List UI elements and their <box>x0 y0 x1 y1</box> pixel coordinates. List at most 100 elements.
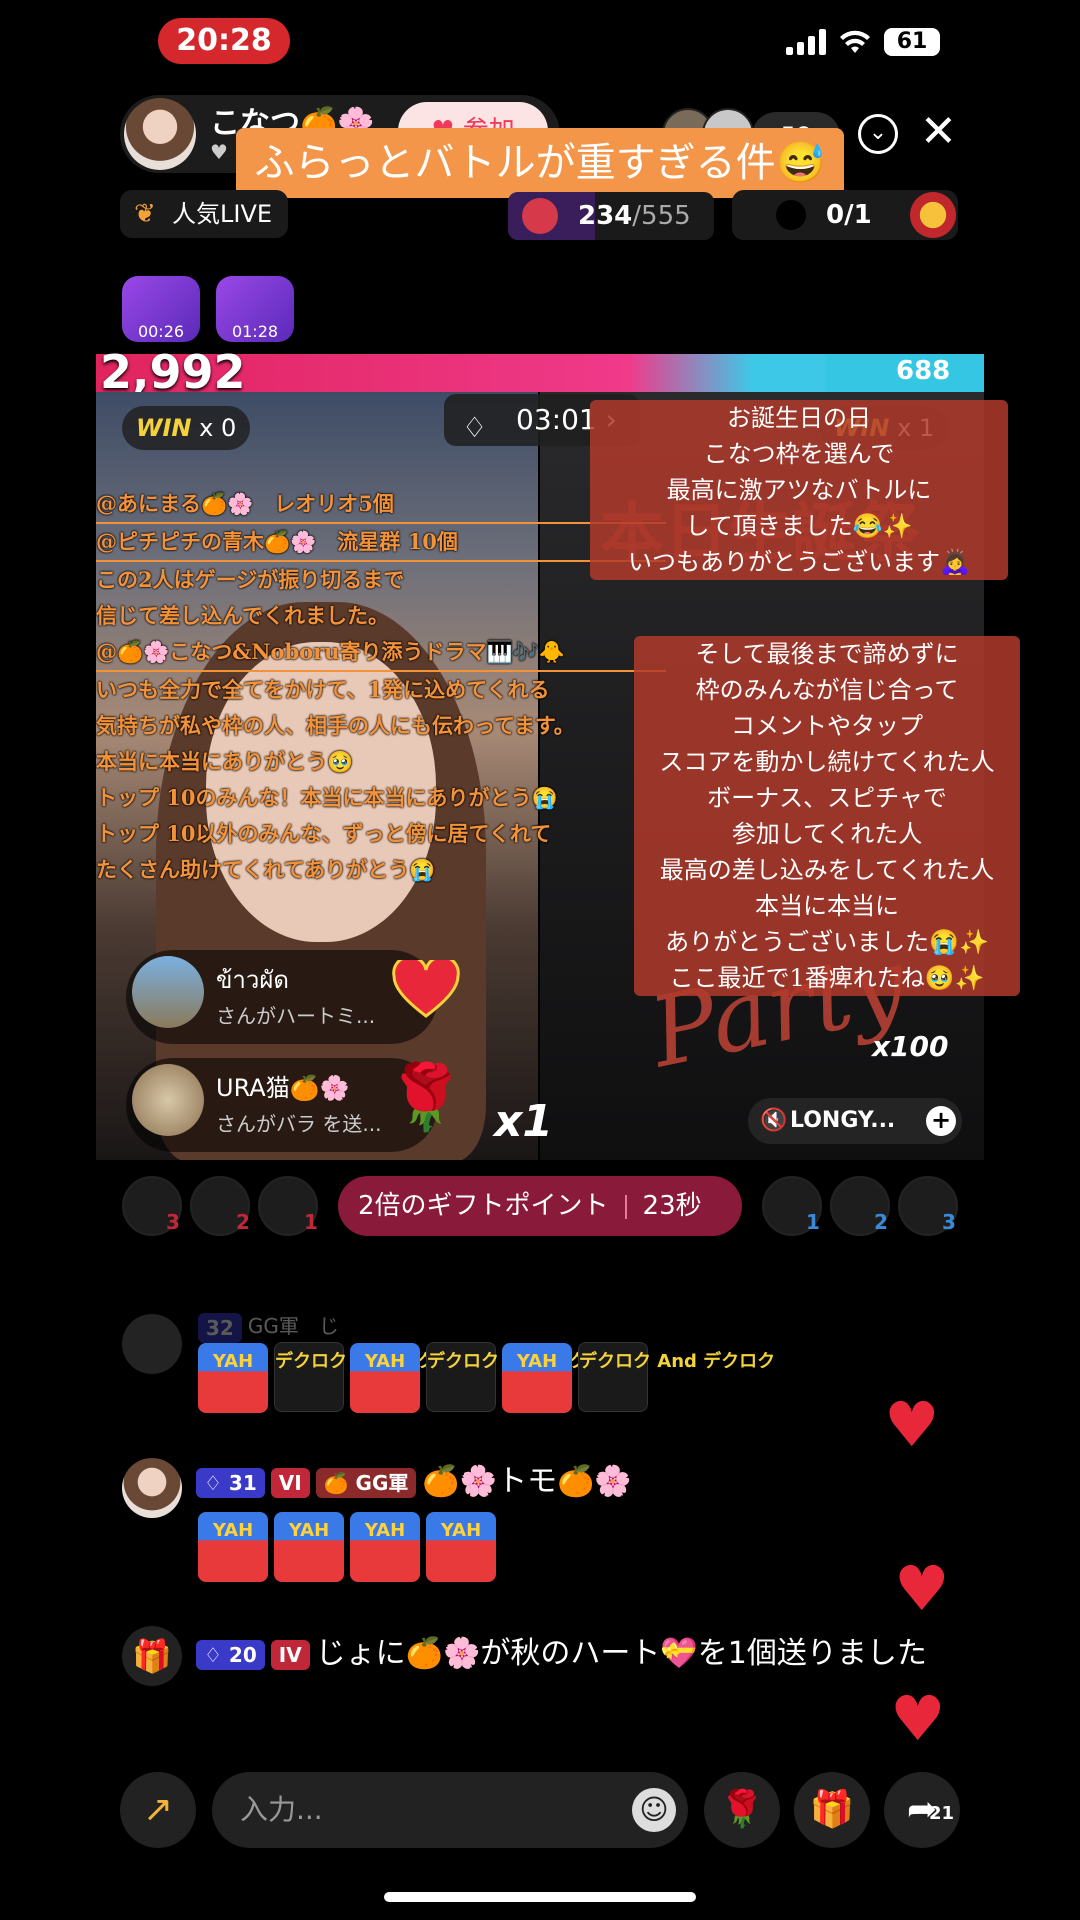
diamond-icon: ♢ <box>462 411 488 444</box>
opponent-music[interactable]: 🔇 LONGY... + <box>748 1098 962 1144</box>
note-line: 最高の差し込みをしてくれた人 <box>659 856 995 884</box>
comment-input[interactable]: 入力... ☺ <box>212 1772 688 1848</box>
vip-badge: VI <box>270 1467 310 1498</box>
video-caption: ふらっとバトルが重すぎる件😅 <box>236 128 844 198</box>
overlay-line: 信じて差し込んでくれました。 <box>96 603 389 628</box>
battery-icon: 61 <box>884 28 940 56</box>
rose-gift-icon: 🌹 <box>386 1061 466 1135</box>
level-value: 20 <box>228 1642 257 1667</box>
flame-icon: ❦ <box>134 199 156 229</box>
host-avatar[interactable] <box>124 98 196 170</box>
chat-faded-header: 32 GG軍 じ <box>198 1310 339 1343</box>
chevron-down-icon[interactable]: ⌄ <box>858 114 898 154</box>
overlay-line: 本当に本当にありがとう🥹 <box>96 749 354 774</box>
note-line: お誕生日の日 <box>727 404 871 432</box>
follow-plus-icon[interactable]: + <box>926 1106 956 1136</box>
gift-sender-avatar[interactable] <box>132 1064 204 1136</box>
team-dot-icon <box>776 200 806 230</box>
battle-score-right: 688 <box>896 356 951 386</box>
chat-avatar[interactable] <box>122 1314 182 1374</box>
team-count: 0/1 <box>826 200 872 230</box>
signal-icon <box>786 29 826 55</box>
emoji-icon[interactable]: ☺ <box>632 1788 676 1832</box>
sticker: YAH <box>198 1343 268 1413</box>
floating-heart-icon: ♥ <box>894 1552 950 1625</box>
share-count: 21 <box>928 1803 954 1824</box>
popular-multiplier: x100 <box>872 1030 949 1063</box>
chat-message-header[interactable]: ♢ 31 VI 🍊 GG軍 🍊🌸トモ🍊🌸 <box>196 1454 632 1510</box>
divider <box>624 1194 627 1219</box>
gift-goal-progress[interactable]: 234/555 <box>508 192 714 240</box>
note-line: 本当に本当に <box>755 892 899 920</box>
note-line: 参加してくれた人 <box>731 820 923 848</box>
overlay-line: @あにまる🍊🌸 レオリオ5個 <box>96 486 666 524</box>
gift-sender-name: URA猫🍊🌸 <box>216 1074 350 1102</box>
overlay-line: たくさん助けてくれてありがとう😭 <box>96 857 436 882</box>
floating-heart-icon: ♥ <box>884 1388 940 1461</box>
close-icon[interactable]: ✕ <box>920 106 957 157</box>
double-points-seconds: 23秒 <box>642 1191 702 1221</box>
chat-avatar[interactable] <box>122 1458 182 1518</box>
share-icon[interactable]: ➦ 21 <box>884 1772 960 1848</box>
gift-multiplier: x1 <box>494 1096 553 1147</box>
club-badge: 🍊 GG軍 <box>315 1467 417 1498</box>
overlay-line: トップ 10のみんな！本当に本当にありがとう😭 <box>96 785 558 810</box>
chat-message-text: じょに🍊🌸が秋のハート💝を1個送りました <box>315 1636 927 1671</box>
opponent-name: LONGY... <box>790 1108 896 1133</box>
gift-icon: 🎁 <box>122 1626 182 1686</box>
sticker: YAH <box>350 1343 420 1413</box>
home-indicator[interactable] <box>384 1892 696 1902</box>
status-time: 20:28 <box>158 18 290 64</box>
left-overlay-text: @あにまる🍊🌸 レオリオ5個 @ピチピチの青木🍊🌸 流星群 10個 この2人はゲージ… <box>96 486 666 888</box>
likes-heart-icon: ♥ <box>210 140 228 164</box>
level-badge: ♢ 31 <box>196 1467 265 1498</box>
note-line: ボーナス、スピチャで <box>707 784 947 812</box>
status-icons: 61 <box>786 28 940 56</box>
overlay-line: @🍊🌸こなつ&Noboru寄り添うドラマ🎹🎶🐥 <box>96 634 666 672</box>
sticker: デクロク And デクロク <box>426 1342 623 1412</box>
win-label: WIN <box>136 414 192 442</box>
chat-faded-text: GG軍 じ <box>247 1314 339 1338</box>
level-badge: 32 <box>198 1312 242 1343</box>
overlay-line: いつも全力で全てをかけて、1発に込めてくれる <box>96 677 550 702</box>
heart-gift-icon <box>392 960 460 1018</box>
gift-sender-avatar[interactable] <box>132 956 204 1028</box>
right-overlay-note-2: そして最後まで諦めずに 枠のみんなが信じ合って コメントやタップ スコアを動かし続けて… <box>634 636 1020 996</box>
rank-number: 3 <box>942 1210 956 1234</box>
rank-number: 2 <box>236 1210 250 1234</box>
gift-sender-name: ข้าวผัด <box>216 966 290 994</box>
rose-icon[interactable]: 🌹 <box>704 1772 780 1848</box>
sticker: デクロク And デクロク <box>274 1342 471 1412</box>
battle-time: 03:01 <box>516 403 597 436</box>
team-logo[interactable] <box>910 192 956 238</box>
sticker: YAH <box>198 1512 268 1582</box>
level-badge: ♢ 20 <box>196 1639 265 1670</box>
sticker: YAH <box>274 1512 344 1582</box>
goal-heart-icon <box>522 198 558 234</box>
left-win-value: x 0 <box>199 414 237 442</box>
rank-number: 2 <box>874 1210 888 1234</box>
gift-box-button-icon[interactable]: 🎁 <box>794 1772 870 1848</box>
note-line: ここ最近で1番痺れたね🥹✨ <box>669 964 985 992</box>
trend-icon[interactable]: ↗ <box>120 1772 196 1848</box>
vip-badge: IV <box>270 1639 310 1670</box>
note-line: コメントやタップ <box>731 712 923 740</box>
gift-notice-text: さんがバラ を送... <box>216 1112 382 1136</box>
goal-total: /555 <box>632 201 691 231</box>
overlay-line: 気持ちが私や枠の人、相手の人にも伝わってます。 <box>96 713 575 738</box>
overlay-line: トップ 10以外のみんな、ずっと傍に居てくれて <box>96 821 552 846</box>
level-value: 31 <box>228 1470 257 1495</box>
rank-number: 1 <box>806 1210 820 1234</box>
rank-number: 3 <box>166 1210 180 1234</box>
double-gift-points[interactable]: 2倍のギフトポイント 23秒 <box>338 1176 742 1236</box>
right-overlay-note-1: お誕生日の日 こなつ枠を選んで 最高に激アツなバトルに して頂きました😂✨ いつもありが… <box>590 400 1008 580</box>
note-line: して頂きました😂✨ <box>685 512 913 540</box>
note-line: スコアを動かし続けてくれた人 <box>659 748 995 776</box>
note-line: 最高に激アツなバトルに <box>666 476 932 504</box>
chat-username: 🍊🌸トモ🍊🌸 <box>422 1464 632 1499</box>
left-win-count: WIN x 0 <box>122 406 251 450</box>
popular-live-tag[interactable]: ❦ 人気LIVE <box>120 190 288 238</box>
wifi-icon <box>840 30 870 53</box>
mute-icon[interactable]: 🔇 <box>760 1098 787 1144</box>
chat-stickers: YAHデクロク And デクロクYAHデクロク And デクロクYAHデクロク … <box>198 1342 775 1413</box>
